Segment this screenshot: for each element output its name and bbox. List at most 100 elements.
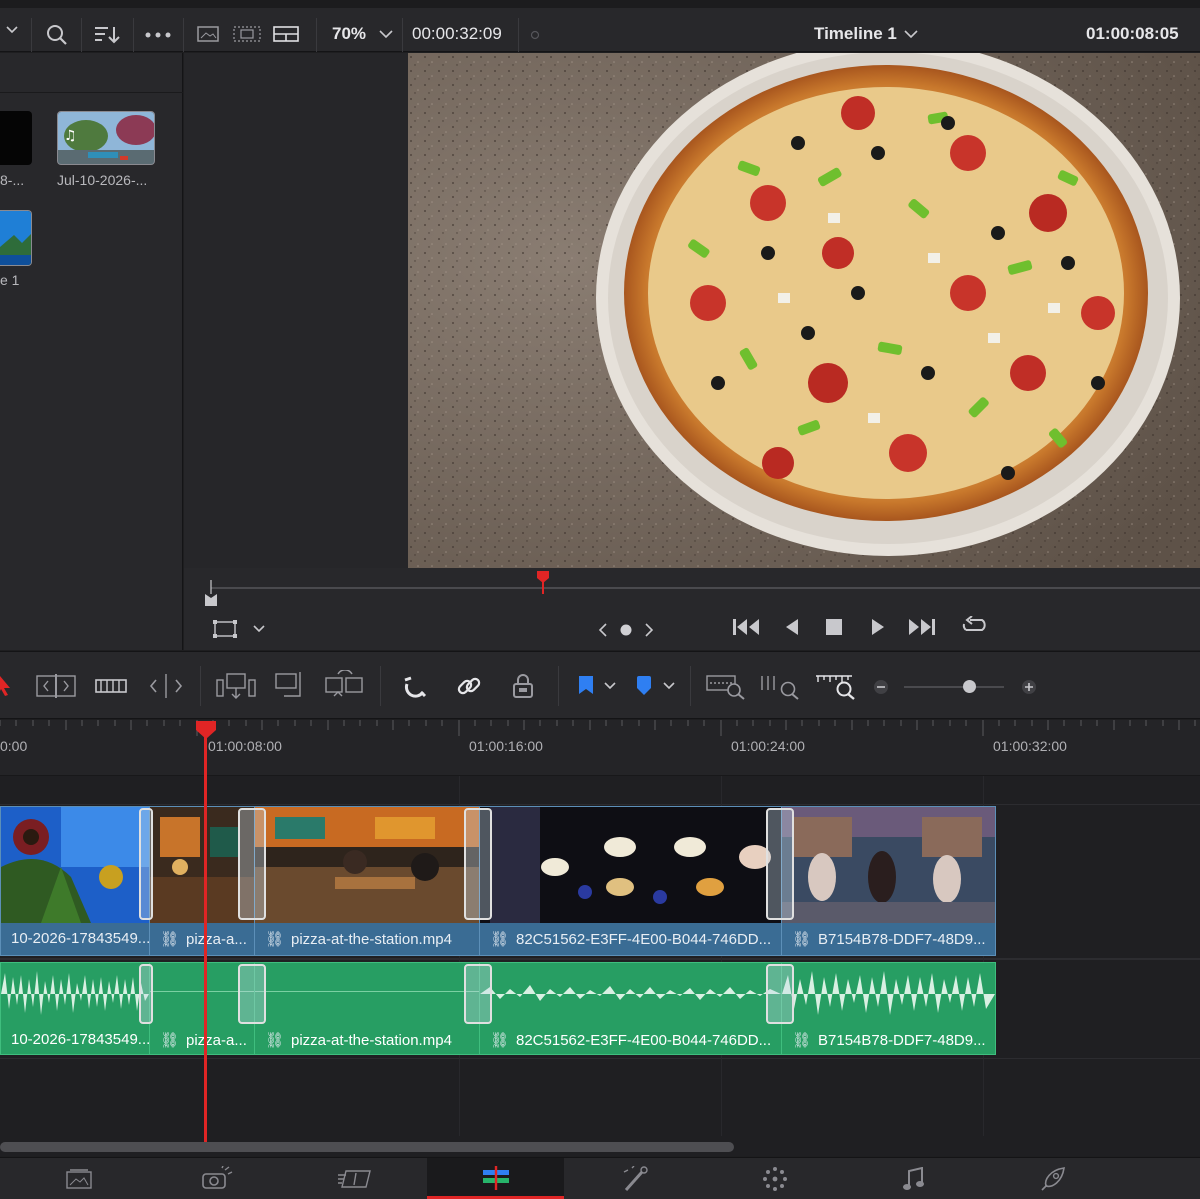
edit-page-icon bbox=[481, 1166, 511, 1190]
deliver-page-icon[interactable] bbox=[1040, 1166, 1066, 1192]
audio-waveform bbox=[1, 971, 149, 1015]
audio-clip[interactable]: ⛓ B7154B78-DDF7-48D9... bbox=[781, 962, 996, 1055]
flag-icon[interactable] bbox=[578, 676, 594, 696]
stop-icon[interactable] bbox=[825, 618, 843, 636]
clip-name: 10-2026-17843549... bbox=[11, 1031, 149, 1048]
media-page-icon[interactable] bbox=[66, 1168, 92, 1190]
cut-page-icon[interactable] bbox=[201, 1166, 233, 1192]
media-pool: 8-... ♫ Jul-10-2026-... e 1 bbox=[0, 53, 183, 650]
audio-clip[interactable]: ⛓ pizza-at-the-station.mp4 bbox=[254, 962, 480, 1055]
scrubber-start-handle[interactable] bbox=[203, 580, 219, 606]
timeline-scrollbar[interactable] bbox=[0, 1142, 734, 1152]
fairlight-page-icon[interactable] bbox=[762, 1166, 788, 1192]
link-icon: ⛓ bbox=[490, 1032, 510, 1049]
audio-clip[interactable]: ⛓ 82C51562-E3FF-4E00-B044-746DD... bbox=[479, 962, 782, 1055]
ruler-timecode: 01:00:32:00 bbox=[993, 738, 1067, 754]
video-clip[interactable]: ⛓ B7154B78-DDF7-48D9... bbox=[781, 806, 996, 956]
source-timecode: 00:00:32:09 bbox=[412, 24, 502, 43]
search-icon[interactable] bbox=[46, 24, 68, 46]
blade-icon[interactable] bbox=[148, 674, 184, 698]
media-item-label: e 1 bbox=[0, 272, 20, 288]
media-thumbnail[interactable] bbox=[0, 111, 32, 165]
video-transition[interactable] bbox=[766, 808, 794, 920]
audio-transition[interactable] bbox=[139, 964, 153, 1024]
image-view-icon[interactable] bbox=[197, 26, 219, 42]
selection-arrow-icon[interactable] bbox=[0, 674, 12, 696]
timeline-playhead[interactable] bbox=[204, 732, 207, 1142]
insert-clip-icon[interactable] bbox=[216, 672, 256, 700]
audio-transition[interactable] bbox=[238, 964, 266, 1024]
loop-icon[interactable] bbox=[960, 616, 990, 638]
zoom-in-icon[interactable] bbox=[1021, 679, 1037, 695]
video-transition[interactable] bbox=[238, 808, 266, 920]
link-icon: ⛓ bbox=[160, 931, 180, 948]
clip-name: ⛓ pizza-at-the-station.mp4 bbox=[265, 1032, 452, 1049]
timeline-name[interactable]: Timeline 1 bbox=[814, 24, 897, 44]
color-page-icon[interactable] bbox=[622, 1166, 650, 1192]
jog-control-icon[interactable] bbox=[598, 620, 654, 640]
scrubber-track[interactable] bbox=[211, 587, 1200, 589]
timeline[interactable]: 0:00 01:00:08:00 01:00:16:00 01:00:24:00… bbox=[0, 720, 1200, 1156]
trim-icon[interactable] bbox=[36, 674, 76, 698]
transform-dropdown-icon[interactable] bbox=[252, 624, 266, 634]
zoom-slider-handle[interactable] bbox=[963, 680, 976, 693]
page-navigation-bar bbox=[0, 1157, 1200, 1199]
replace-clip-icon[interactable] bbox=[324, 670, 366, 700]
playhead-marker[interactable] bbox=[536, 570, 550, 594]
timecode-ruler[interactable]: 0:00 01:00:08:00 01:00:16:00 01:00:24:00… bbox=[0, 720, 1200, 776]
clip-name: ⛓ pizza-a... bbox=[160, 931, 247, 948]
transform-icon[interactable] bbox=[212, 619, 238, 639]
layout-icon[interactable] bbox=[273, 26, 299, 42]
transport-bar bbox=[184, 568, 1200, 650]
link-icon[interactable] bbox=[456, 674, 482, 698]
link-icon: ⛓ bbox=[490, 931, 510, 948]
fusion-page-icon[interactable] bbox=[338, 1167, 374, 1191]
go-to-end-icon[interactable] bbox=[908, 617, 936, 637]
timeline-dropdown-icon[interactable] bbox=[903, 28, 919, 40]
ruler-timecode: 01:00:24:00 bbox=[731, 738, 805, 754]
zoom-detail-icon[interactable] bbox=[760, 672, 800, 700]
media-thumbnail[interactable] bbox=[0, 210, 32, 266]
lock-icon[interactable] bbox=[512, 673, 534, 699]
ruler-timecode: 01:00:16:00 bbox=[469, 738, 543, 754]
audio-transition[interactable] bbox=[766, 964, 794, 1024]
media-thumbnail[interactable]: ♫ bbox=[57, 111, 155, 165]
video-clip[interactable]: ⛓ 82C51562-E3FF-4E00-B044-746DD... bbox=[479, 806, 782, 956]
marker-icon[interactable] bbox=[636, 676, 652, 696]
edit-page-tab[interactable] bbox=[427, 1158, 564, 1199]
safe-area-icon[interactable] bbox=[233, 26, 261, 42]
flag-dropdown-icon[interactable] bbox=[603, 681, 617, 691]
zoom-dropdown-icon[interactable] bbox=[378, 28, 394, 40]
zoom-slider-track[interactable] bbox=[904, 686, 1004, 688]
video-clip[interactable]: 10-2026-17843549... bbox=[0, 806, 150, 956]
marker-dropdown-icon[interactable] bbox=[662, 681, 676, 691]
zoom-out-icon[interactable] bbox=[873, 679, 889, 695]
go-to-start-icon[interactable] bbox=[732, 617, 760, 637]
audio-transition[interactable] bbox=[464, 964, 492, 1024]
video-clip[interactable]: ⛓ pizza-at-the-station.mp4 bbox=[254, 806, 480, 956]
chevron-down-icon[interactable] bbox=[4, 22, 20, 38]
snap-magnet-icon[interactable] bbox=[403, 674, 429, 698]
media-item-label: Jul-10-2026-... bbox=[57, 172, 148, 188]
clip-name: ⛓ pizza-at-the-station.mp4 bbox=[265, 931, 452, 948]
audio-waveform bbox=[480, 985, 781, 1001]
playhead-handle[interactable] bbox=[195, 720, 217, 740]
more-icon[interactable] bbox=[145, 32, 171, 38]
video-transition[interactable] bbox=[139, 808, 153, 920]
video-transition[interactable] bbox=[464, 808, 492, 920]
link-icon: ⛓ bbox=[265, 1032, 285, 1049]
music-page-icon[interactable] bbox=[902, 1167, 924, 1191]
viewer-toolbar: 70% 00:00:32:09 Timeline 1 01:00:08:05 bbox=[0, 0, 1200, 52]
play-icon[interactable] bbox=[870, 617, 886, 637]
media-item-label: 8-... bbox=[0, 172, 25, 188]
zoom-level[interactable]: 70% bbox=[332, 24, 366, 44]
play-reverse-icon[interactable] bbox=[784, 617, 800, 637]
sort-icon[interactable] bbox=[94, 25, 122, 45]
overwrite-clip-icon[interactable] bbox=[274, 670, 306, 700]
ruler-timecode: 0:00 bbox=[0, 738, 28, 754]
zoom-full-icon[interactable] bbox=[706, 672, 746, 700]
audio-clip[interactable]: 10-2026-17843549... bbox=[0, 962, 150, 1055]
zoom-custom-icon[interactable] bbox=[814, 672, 856, 700]
timeline-viewer[interactable] bbox=[408, 53, 1200, 568]
dynamic-trim-icon[interactable] bbox=[95, 677, 127, 695]
